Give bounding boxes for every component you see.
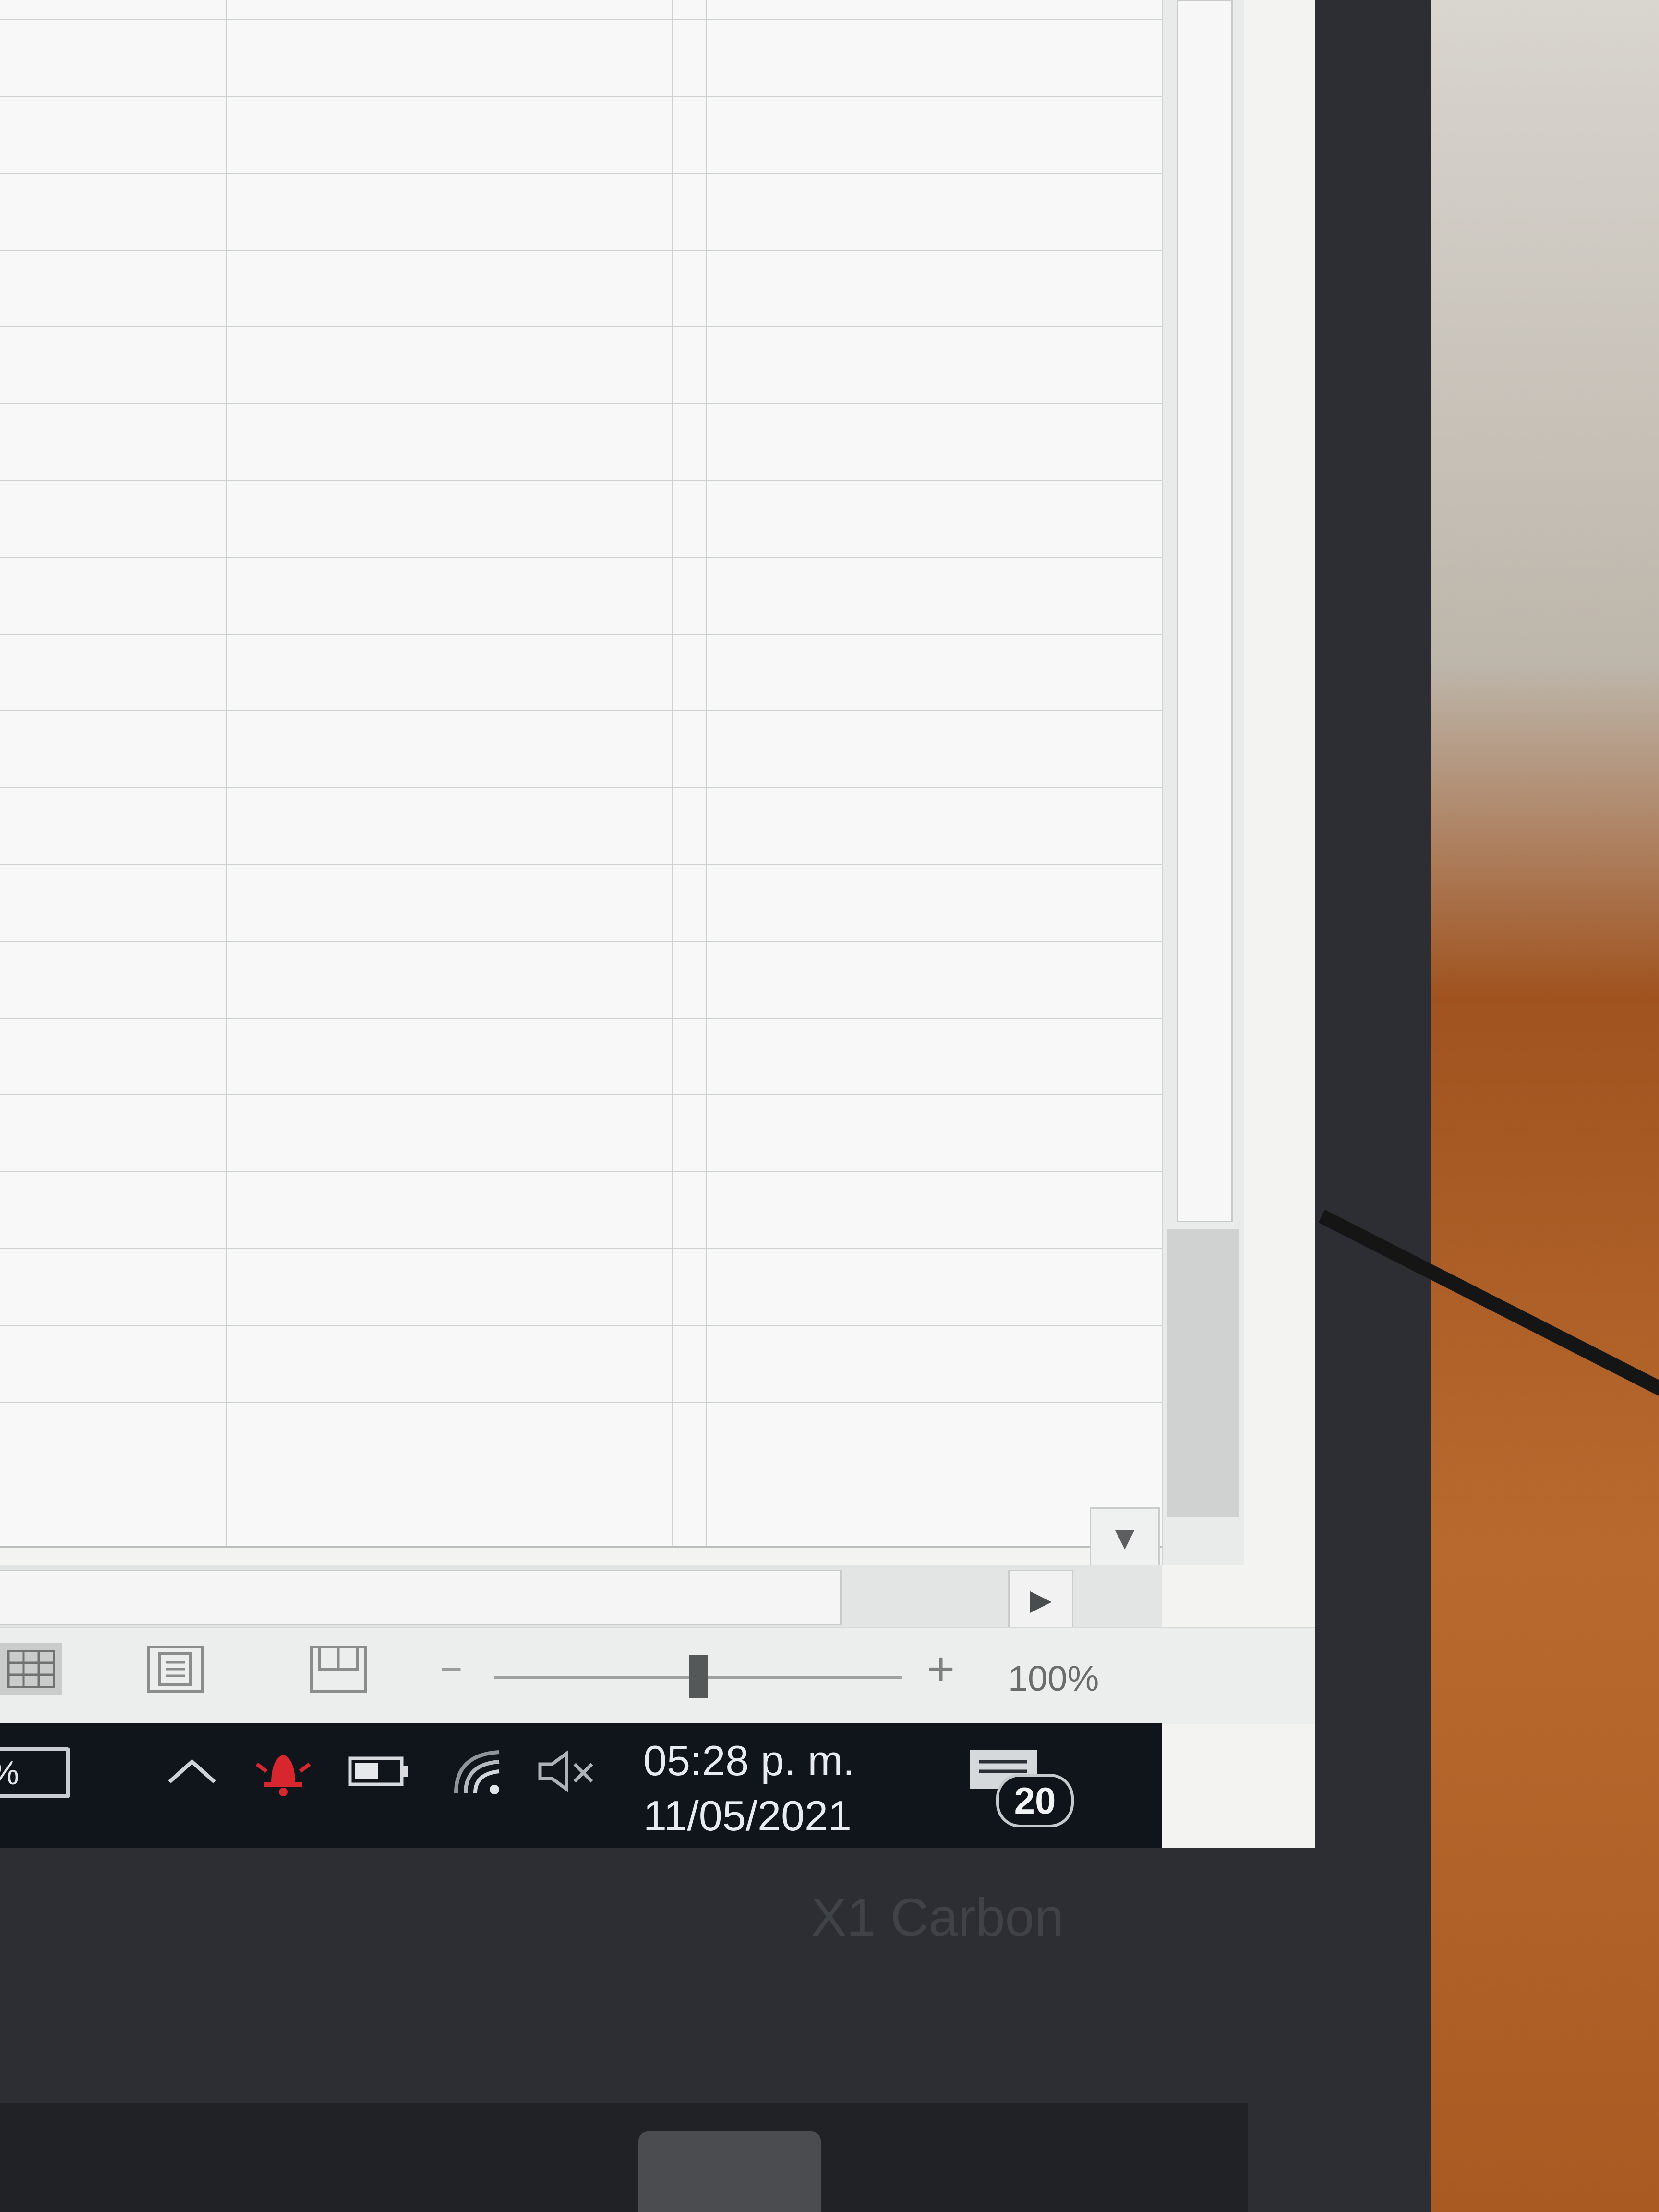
laptop-base (0, 2103, 1248, 2212)
page-break-preview-button[interactable] (307, 1643, 370, 1695)
notification-count-badge: 20 (996, 1774, 1074, 1827)
horizontal-scroll-thumb[interactable] (0, 1570, 842, 1625)
vertical-scroll-thumb[interactable] (1177, 0, 1233, 1222)
chevron-up-icon (168, 1759, 216, 1783)
battery-icon (348, 1756, 408, 1786)
volume-muted-icon (538, 1750, 593, 1792)
chevron-down-icon: ▼ (1108, 1519, 1142, 1556)
volume-tray-icon[interactable] (533, 1743, 600, 1800)
wifi-tray-icon[interactable] (446, 1743, 509, 1800)
horizontal-scrollbar[interactable] (0, 1565, 1162, 1627)
show-hidden-icons-button[interactable] (163, 1743, 221, 1800)
zoom-out-button[interactable]: − (432, 1650, 470, 1691)
system-clock[interactable]: 05:28 p. m. 11/05/2021 (643, 1733, 912, 1843)
battery-tray-icon[interactable] (346, 1743, 413, 1800)
zoom-in-button[interactable]: + (917, 1645, 965, 1695)
notification-bell-icon (255, 1755, 311, 1796)
battery-percent-indicator[interactable]: % (0, 1747, 70, 1798)
zoom-level[interactable]: 100% (1008, 1657, 1123, 1700)
chevron-right-icon: ▶ (1029, 1584, 1052, 1616)
vertical-scrollbar[interactable] (1162, 0, 1244, 1565)
screen: ▼ ▶ − + 100% 05:28 p. m. 11/05/2021 20 (0, 0, 1315, 1848)
page-layout-view-button[interactable] (144, 1643, 206, 1695)
page-layout-icon (147, 1646, 204, 1693)
notification-tray-icon[interactable] (250, 1743, 317, 1800)
clock-time: 05:28 p. m. (643, 1737, 855, 1784)
vertical-scroll-track[interactable] (1167, 1229, 1239, 1517)
column-divider (672, 0, 673, 1546)
taskbar: % (0, 1723, 1162, 1848)
normal-view-button[interactable] (0, 1643, 62, 1695)
scroll-right-button[interactable]: ▶ (1008, 1570, 1073, 1630)
spreadsheet-grid[interactable] (0, 0, 1163, 1548)
laptop-hinge (638, 2131, 821, 2212)
battery-percent-text: % (0, 1754, 19, 1791)
zoom-slider-thumb[interactable] (689, 1655, 708, 1698)
page-break-preview-icon (310, 1646, 367, 1693)
status-bar: − + 100% (0, 1627, 1315, 1724)
grid-icon (7, 1650, 55, 1688)
wifi-icon (454, 1750, 500, 1794)
scroll-down-button[interactable]: ▼ (1090, 1507, 1160, 1568)
clock-date: 11/05/2021 (643, 1792, 852, 1839)
brand-logo: X1 Carbon (811, 1888, 1064, 1947)
